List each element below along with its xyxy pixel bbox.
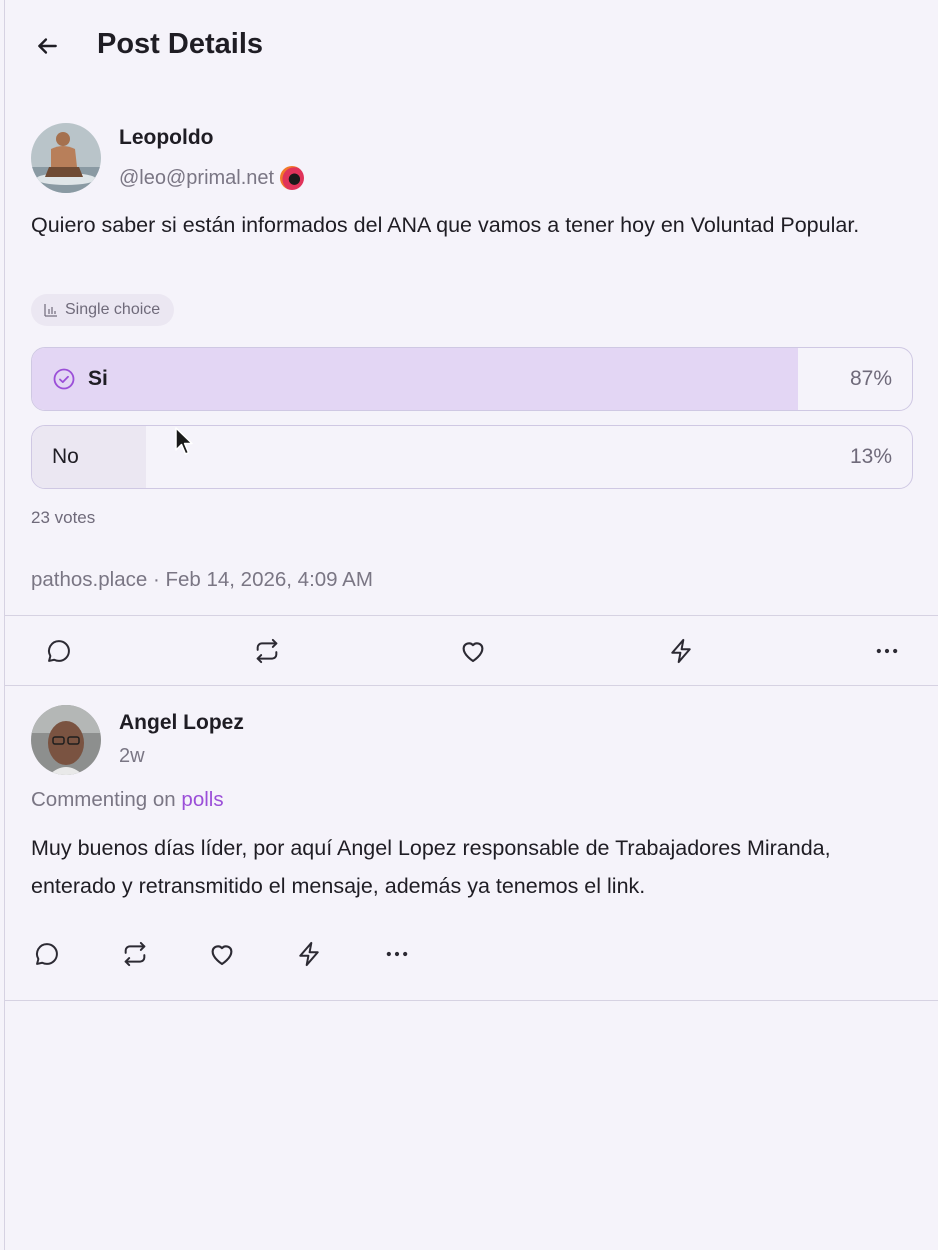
repost-button[interactable] — [245, 629, 289, 673]
arrow-left-icon — [38, 38, 57, 54]
lightning-icon — [671, 638, 691, 664]
poll-type-badge: Single choice — [31, 294, 175, 326]
author-name[interactable]: Leopoldo — [119, 126, 213, 150]
reply-zap-button[interactable] — [287, 932, 331, 976]
poll-type-label: Single choice — [65, 301, 161, 318]
repost-icon — [124, 941, 146, 967]
heart-icon — [462, 642, 484, 663]
reply-time: 2w — [119, 745, 145, 767]
poll-option-label: Si — [52, 348, 108, 410]
divider — [5, 685, 938, 686]
poll-option-label: No — [52, 426, 79, 488]
commenting-link[interactable]: polls — [181, 788, 223, 811]
header: Post Details — [5, 0, 938, 94]
author-handle-text: @leo@primal.net — [119, 166, 275, 189]
avatar[interactable] — [31, 123, 101, 193]
reply-more-button[interactable] — [375, 932, 419, 976]
poll-option-text: Si — [88, 367, 108, 390]
comment-icon — [36, 943, 58, 965]
poll-option-no[interactable]: No 13% — [31, 425, 913, 489]
verified-badge-icon — [280, 166, 305, 190]
poll-option-si[interactable]: Si 87% — [31, 347, 913, 411]
more-horizontal-icon — [386, 951, 408, 957]
reply-text: Muy buenos días líder, por aquí Angel Lo… — [31, 836, 831, 898]
post-text: Quiero saber si están informados del ANA… — [31, 213, 860, 237]
vote-count: 23 votes — [31, 508, 96, 527]
repost-icon — [256, 638, 278, 664]
app-frame: Post Details Leopoldo @leo@primal.net Qu… — [4, 0, 938, 1250]
divider — [5, 615, 938, 616]
poll-option-text: No — [52, 445, 79, 468]
back-button[interactable] — [31, 30, 63, 62]
more-button[interactable] — [865, 629, 909, 673]
check-circle-icon — [53, 368, 75, 390]
poll-option-percent: 87% — [849, 367, 892, 390]
reply-repost-button[interactable] — [113, 932, 157, 976]
author-handle: @leo@primal.net — [119, 166, 305, 190]
reply-button[interactable] — [37, 629, 81, 673]
reply-actions — [5, 930, 938, 978]
more-horizontal-icon — [876, 648, 898, 654]
post-actions — [5, 618, 938, 684]
reply-reply-button[interactable] — [25, 932, 69, 976]
post-meta: pathos.place · Feb 14, 2026, 4:09 AM — [31, 568, 373, 591]
commenting-prefix: Commenting on — [31, 788, 176, 811]
poll-option-fill — [32, 348, 798, 410]
zap-button[interactable] — [659, 629, 703, 673]
like-button[interactable] — [451, 629, 495, 673]
poll-option-fill — [32, 426, 147, 488]
lightning-icon — [299, 941, 319, 967]
comment-icon — [48, 640, 70, 662]
bar-chart-icon — [44, 304, 57, 317]
divider — [5, 1000, 938, 1001]
heart-icon — [211, 945, 233, 966]
commenting-on: Commenting on polls — [31, 788, 224, 812]
page-title: Post Details — [97, 28, 263, 60]
reply-like-button[interactable] — [200, 932, 244, 976]
poll-option-percent: 13% — [849, 445, 892, 468]
reply-avatar[interactable] — [31, 705, 101, 775]
reply-author-name[interactable]: Angel Lopez — [119, 711, 244, 735]
